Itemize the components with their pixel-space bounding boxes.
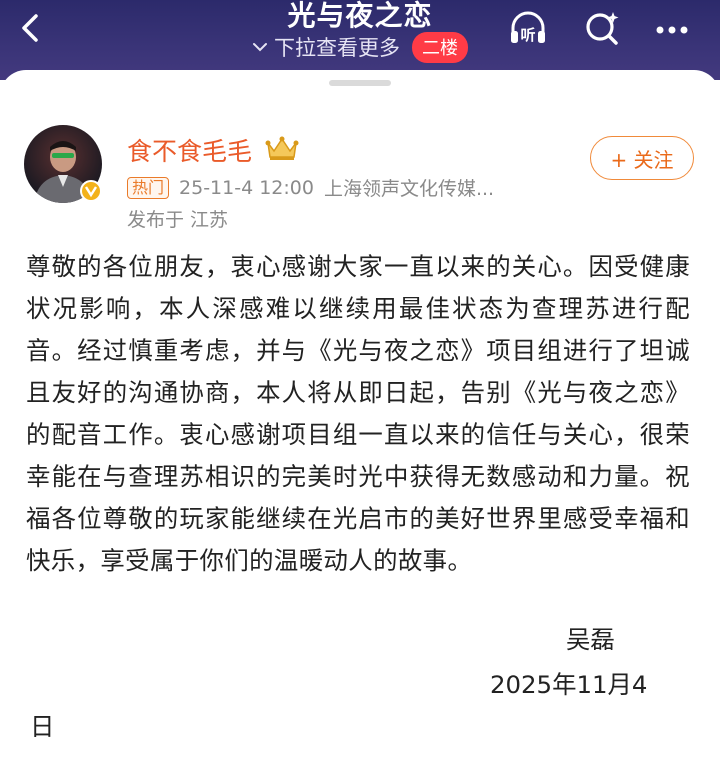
- listen-label: 听: [520, 26, 535, 44]
- post-location: 发布于 江苏: [127, 209, 229, 231]
- sheet-handle[interactable]: [329, 80, 391, 86]
- signature-day: 日: [30, 712, 55, 741]
- search-icon[interactable]: [580, 6, 624, 50]
- crown-icon[interactable]: [264, 133, 300, 163]
- verified-badge-icon: [80, 180, 102, 202]
- post-body: 尊敬的各位朋友，衷心感谢大家一直以来的关心。因受健康状况影响，本人深感难以继续用…: [26, 252, 690, 575]
- signature-date: 2025年11月4: [490, 670, 648, 699]
- follow-button[interactable]: + 关注: [590, 136, 694, 180]
- signature-name: 吴磊: [566, 625, 615, 654]
- more-icon[interactable]: [650, 6, 694, 50]
- hot-tag: 热门: [127, 176, 170, 199]
- post-source[interactable]: 上海领声文化传媒...: [324, 174, 494, 201]
- post-meta: 热门 25-11-4 12:00 上海领声文化传媒...: [127, 174, 494, 201]
- floor-badge[interactable]: 二楼: [412, 31, 468, 63]
- post-timestamp: 25-11-4 12:00: [179, 176, 314, 199]
- post-card: 食不食毛毛 热门 25-11-4 12:00 上海领声文化传媒... 发布于 江…: [0, 70, 720, 758]
- listen-icon[interactable]: 听: [506, 6, 550, 50]
- pull-hint-text: 下拉查看更多: [274, 36, 400, 60]
- chevron-down-icon: [253, 43, 267, 52]
- username[interactable]: 食不食毛毛: [127, 132, 252, 168]
- top-bar: 光与夜之恋 下拉查看更多 二楼 听: [0, 0, 720, 80]
